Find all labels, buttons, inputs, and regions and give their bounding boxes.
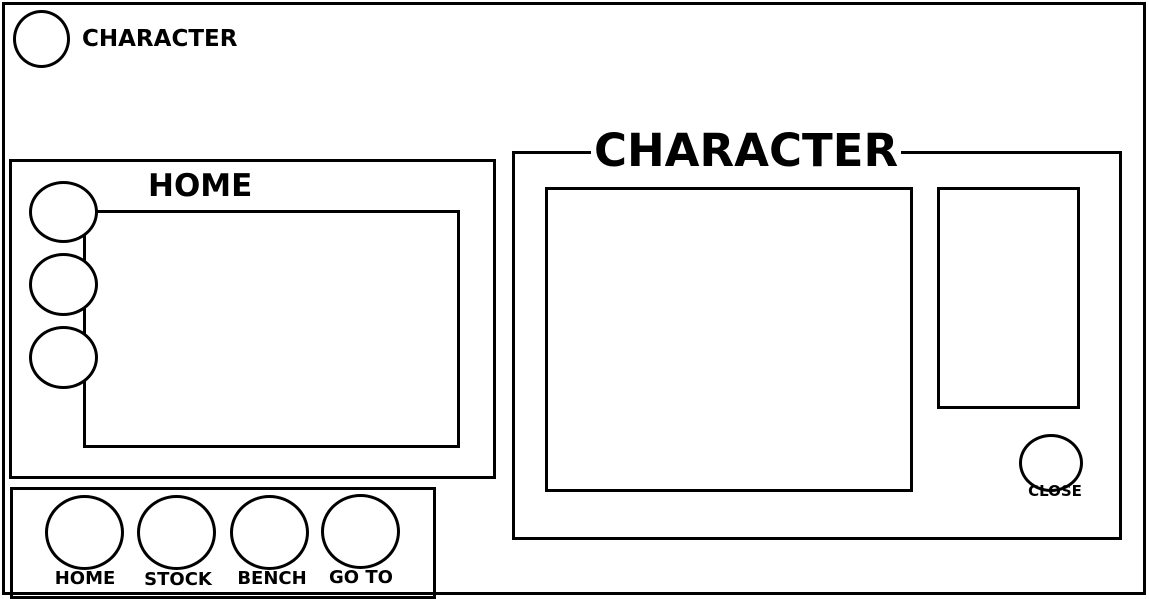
- close-label: CLOSE: [1028, 482, 1082, 500]
- home-nav-button[interactable]: [45, 495, 124, 570]
- nav-stock-label: STOCK: [144, 569, 212, 590]
- nav-home-label: HOME: [54, 568, 116, 589]
- character-side-view: [937, 187, 1080, 409]
- stock-nav-button[interactable]: [137, 495, 216, 570]
- header-title: CHARACTER: [82, 26, 238, 52]
- home-option-button-1[interactable]: [29, 181, 98, 243]
- character-panel-title: CHARACTER: [591, 128, 902, 173]
- home-option-button-3[interactable]: [29, 326, 98, 389]
- character-main-view: [545, 187, 913, 492]
- home-option-button-2[interactable]: [29, 253, 98, 316]
- home-content-area: [83, 210, 460, 448]
- character-avatar-button[interactable]: [13, 10, 70, 68]
- bench-nav-button[interactable]: [230, 495, 309, 570]
- home-panel-title: HOME: [148, 168, 253, 204]
- nav-goto-label: GO TO: [329, 567, 393, 588]
- nav-bench-label: BENCH: [237, 568, 307, 589]
- goto-nav-button[interactable]: [321, 494, 400, 569]
